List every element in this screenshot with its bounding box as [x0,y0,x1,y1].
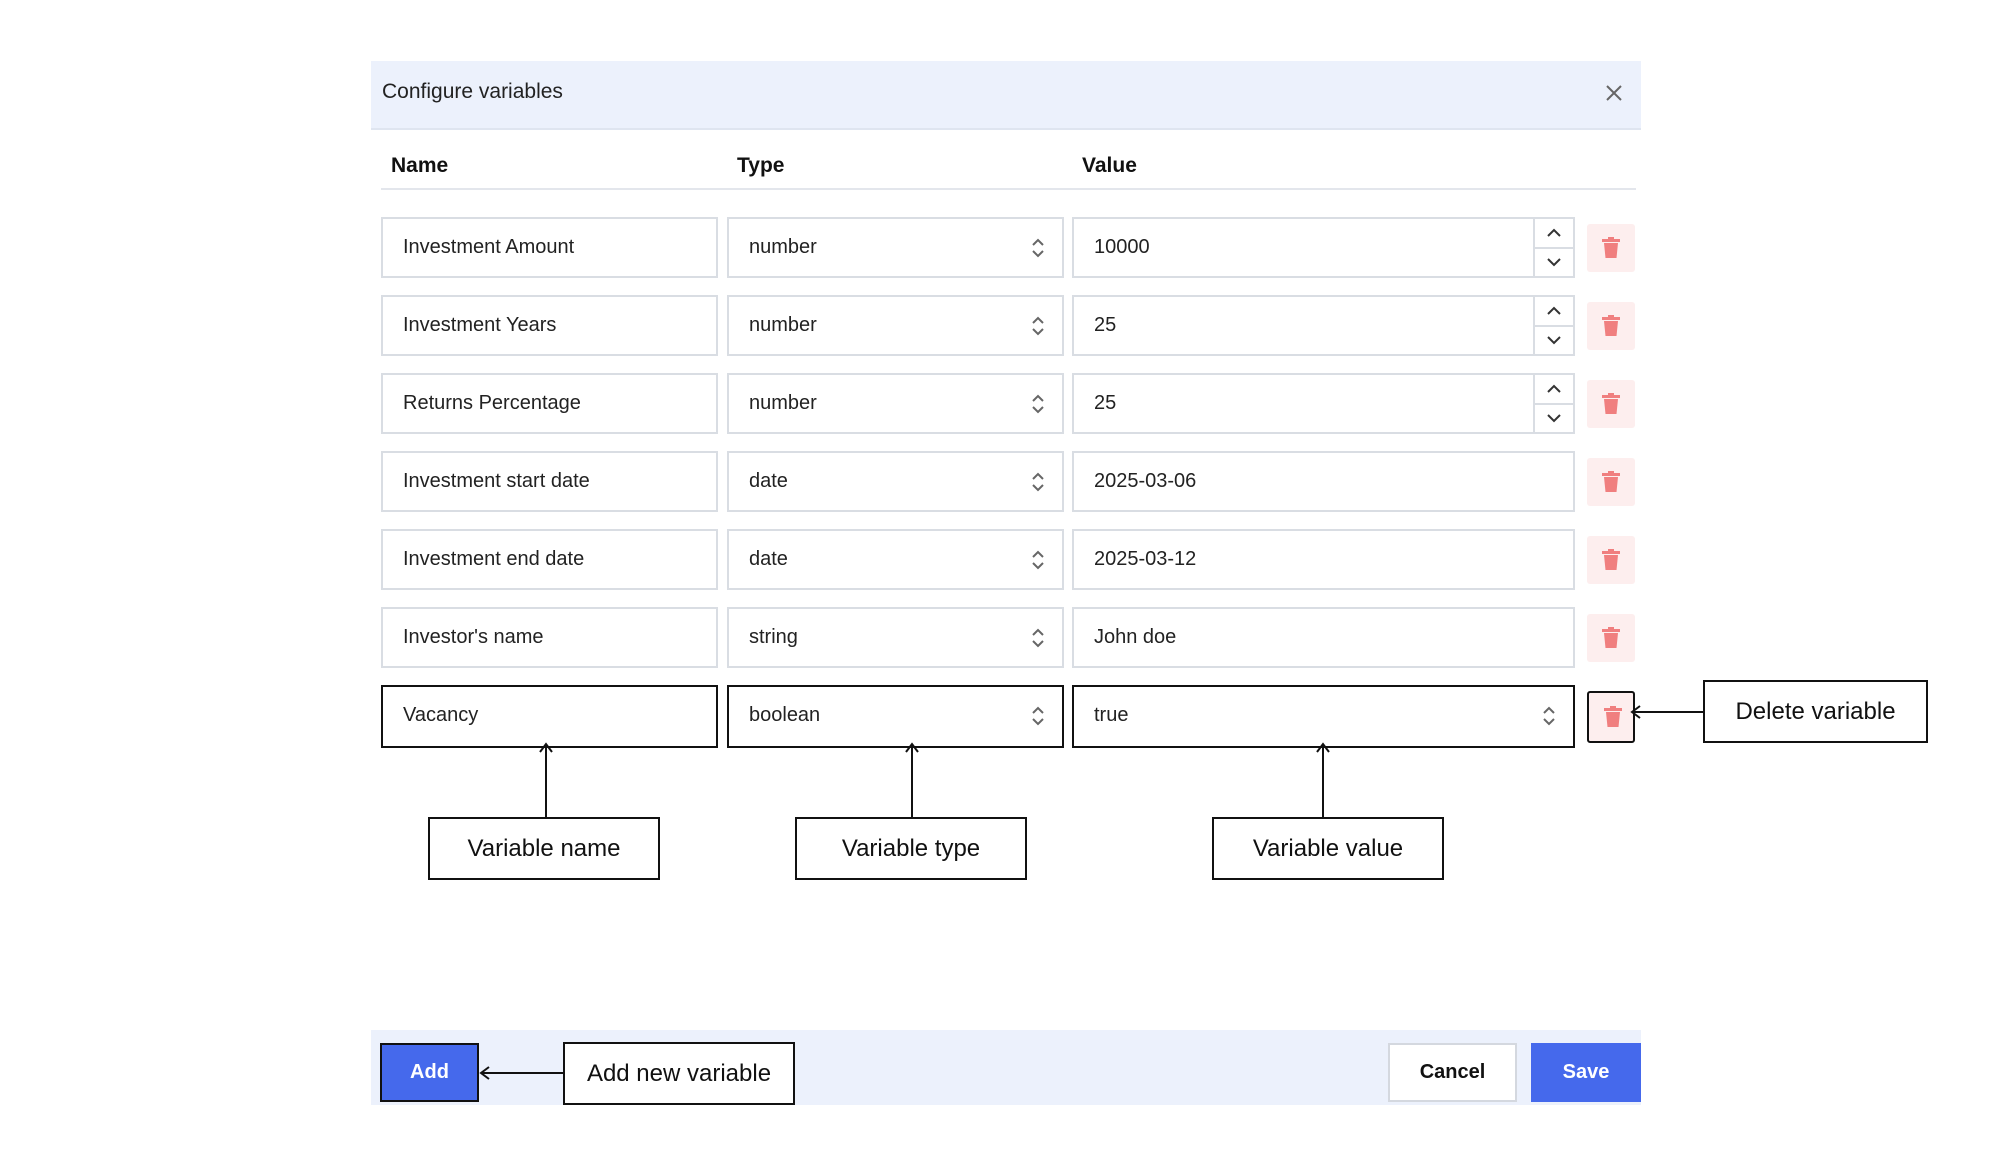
dialog-title: Configure variables [382,80,563,103]
trash-icon [1602,393,1620,414]
decrement-button[interactable] [1535,326,1573,354]
trash-icon [1602,627,1620,648]
decrement-button[interactable] [1535,404,1573,432]
callout-variable-value: Variable value [1212,817,1444,880]
variable-name-input[interactable]: Returns Percentage [381,373,718,434]
header-divider [381,188,1636,190]
chevron-up-icon [1547,306,1561,315]
decrement-button[interactable] [1535,248,1573,276]
variable-value-number-input[interactable]: 25 [1072,373,1575,434]
delete-variable-button[interactable] [1587,614,1635,662]
delete-variable-button[interactable] [1587,224,1635,272]
callout-delete-variable: Delete variable [1703,680,1928,743]
variable-type-select[interactable]: number [727,373,1064,434]
variable-value-text-input[interactable]: John doe [1072,607,1575,668]
select-arrows-icon [1539,703,1559,729]
number-spinner [1533,219,1573,276]
variable-name-input[interactable]: Investment Amount [381,217,718,278]
cancel-button[interactable]: Cancel [1388,1043,1517,1102]
configure-variables-dialog: Configure variables Name Type Value Inve… [371,61,1641,1105]
variable-name-input[interactable]: Investor's name [381,607,718,668]
number-spinner [1533,297,1573,354]
dialog-footer: Add Cancel Save [371,1030,1641,1105]
variable-name-input[interactable]: Investment start date [381,451,718,512]
increment-button[interactable] [1535,297,1573,327]
trash-icon [1602,549,1620,570]
chevron-down-icon [1547,336,1561,345]
chevron-up-icon [1547,384,1561,393]
variable-type-select[interactable]: date [727,529,1064,590]
select-arrows-icon [1028,469,1048,495]
chevron-down-icon [1547,258,1561,267]
chevron-up-icon [1547,228,1561,237]
select-arrows-icon [1028,625,1048,651]
variable-type-select[interactable]: boolean [727,685,1064,748]
select-arrows-icon [1028,235,1048,261]
trash-icon [1604,706,1622,727]
delete-variable-button[interactable] [1587,691,1635,743]
column-header-value: Value [1082,154,1137,177]
column-header-name: Name [391,154,449,177]
delete-variable-button[interactable] [1587,302,1635,350]
variable-name-input[interactable]: Investment end date [381,529,718,590]
chevron-down-icon [1547,414,1561,423]
arrow-delete-variable [1630,705,1703,719]
variable-value-number-input[interactable]: 10000 [1072,217,1575,278]
close-icon[interactable] [1597,76,1631,110]
callout-add-new-variable: Add new variable [563,1042,795,1105]
trash-icon [1602,315,1620,336]
trash-icon [1602,237,1620,258]
dialog-header: Configure variables [371,61,1641,130]
trash-icon [1602,471,1620,492]
variable-type-select[interactable]: date [727,451,1064,512]
select-arrows-icon [1028,547,1048,573]
column-header-type: Type [737,154,785,177]
delete-variable-button[interactable] [1587,536,1635,584]
callout-variable-name: Variable name [428,817,660,880]
delete-variable-button[interactable] [1587,380,1635,428]
variable-name-input[interactable]: Vacancy [381,685,718,748]
variable-name-input[interactable]: Investment Years [381,295,718,356]
variable-type-select[interactable]: number [727,295,1064,356]
select-arrows-icon [1028,391,1048,417]
increment-button[interactable] [1535,219,1573,249]
callout-variable-type: Variable type [795,817,1027,880]
select-arrows-icon [1028,703,1048,729]
variable-type-select[interactable]: string [727,607,1064,668]
add-button[interactable]: Add [380,1043,479,1102]
increment-button[interactable] [1535,375,1573,405]
variable-value-boolean-select[interactable]: true [1072,685,1575,748]
number-spinner [1533,375,1573,432]
variable-value-number-input[interactable]: 25 [1072,295,1575,356]
delete-variable-button[interactable] [1587,458,1635,506]
variable-type-select[interactable]: number [727,217,1064,278]
save-button[interactable]: Save [1531,1043,1641,1102]
variable-value-date-input[interactable]: 2025-03-06 [1072,451,1575,512]
variable-value-date-input[interactable]: 2025-03-12 [1072,529,1575,590]
select-arrows-icon [1028,313,1048,339]
